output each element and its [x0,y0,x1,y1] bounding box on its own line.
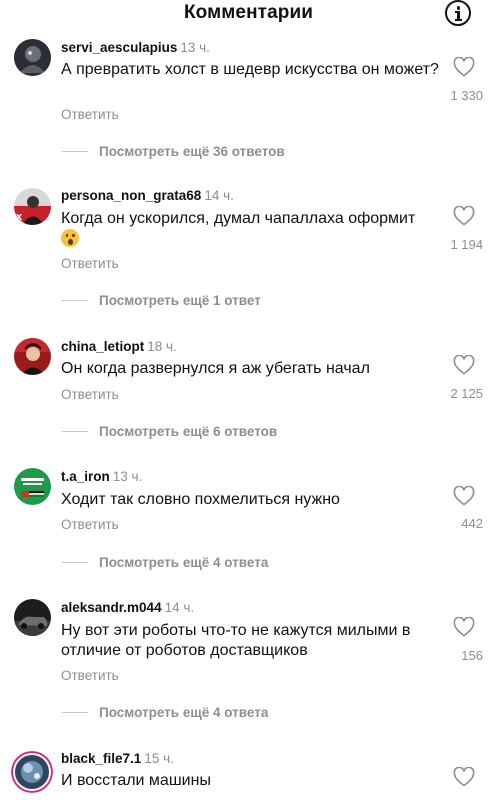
view-replies-button[interactable]: Посмотреть ещё 6 ответов [99,424,277,439]
comment-meta: t.a_iron 13 ч. [61,469,142,484]
reply-button[interactable]: Ответить [61,387,119,402]
timestamp: 13 ч. [180,40,210,55]
comment-text: Ходит так словно похмелиться нужно [61,491,340,508]
heart-icon[interactable] [453,486,475,506]
divider [62,562,88,563]
info-icon[interactable] [445,0,471,26]
timestamp: 14 ч. [164,600,195,615]
username[interactable]: black_file7.1 [61,751,141,766]
like-count: 442 [461,516,483,531]
avatar[interactable] [14,39,51,76]
reply-button[interactable]: Ответить [61,107,119,122]
divider [62,712,88,713]
divider [62,300,88,301]
svg-text:X: X [16,213,23,222]
comment-meta: servi_aesculapius 13 ч. [61,40,210,55]
avatar[interactable]: X [14,188,51,225]
heart-icon[interactable] [453,767,475,787]
avatar[interactable] [14,468,51,505]
divider [62,431,88,432]
view-replies-button[interactable]: Посмотреть ещё 1 ответ [99,293,261,308]
heart-icon[interactable] [453,206,475,226]
comment-text-body: Когда он ускорился, думал чапаллаха офор… [61,210,416,227]
username[interactable]: china_letiopt [61,339,144,354]
divider [62,151,88,152]
view-replies-button[interactable]: Посмотреть ещё 4 ответа [99,555,268,570]
page-title: Комментарии [183,2,314,23]
username[interactable]: servi_aesculapius [61,40,177,55]
like-count: 1 330 [450,88,483,103]
timestamp: 15 ч. [144,751,174,766]
avatar[interactable] [14,599,51,636]
comment-meta: aleksandr.m044 14 ч. [61,600,194,615]
comment-meta: black_file7.1 15 ч. [61,751,174,766]
reply-button[interactable]: Ответить [61,256,119,271]
header: Комментарии [0,0,497,28]
timestamp: 13 ч. [112,469,143,484]
username[interactable]: t.a_iron [61,469,110,484]
comment-meta: china_letiopt 18 ч. [61,339,177,354]
reply-button[interactable]: Ответить [61,668,119,683]
comment-text: И восстали машины [61,772,211,789]
like-count: 1 194 [450,237,483,252]
comment-text: Когда он ускорился, думал чапаллаха офор… [61,209,441,250]
comment-text: Ну вот эти роботы что-то не кажутся милы… [61,622,411,659]
like-count: 2 125 [450,386,483,401]
comment-meta: persona_non_grata68 14 ч. [61,188,234,203]
view-replies-button[interactable]: Посмотреть ещё 36 ответов [99,144,285,159]
comment-text: Он когда развернулся я аж убегать начал [61,360,370,377]
like-count: 156 [461,648,483,663]
avatar[interactable] [14,338,51,375]
heart-icon[interactable] [453,617,475,637]
astonished-face-emoji [61,229,79,247]
view-replies-button[interactable]: Посмотреть ещё 4 ответа [99,705,268,720]
avatar[interactable] [11,751,53,793]
username[interactable]: aleksandr.m044 [61,600,162,615]
timestamp: 14 ч. [204,188,234,203]
timestamp: 18 ч. [147,339,177,354]
heart-icon[interactable] [453,57,475,77]
reply-button[interactable]: Ответить [61,517,119,532]
heart-icon[interactable] [453,355,475,375]
username[interactable]: persona_non_grata68 [61,188,201,203]
comment-text: А превратить холст в шедевр искусства он… [61,61,439,78]
